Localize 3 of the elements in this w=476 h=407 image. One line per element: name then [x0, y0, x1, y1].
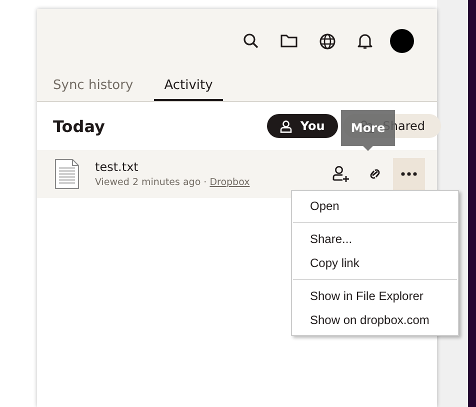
- tooltip-text: More: [350, 121, 386, 135]
- file-meta: Viewed 2 minutes ago · Dropbox: [95, 177, 251, 188]
- section-title: Today: [53, 116, 105, 136]
